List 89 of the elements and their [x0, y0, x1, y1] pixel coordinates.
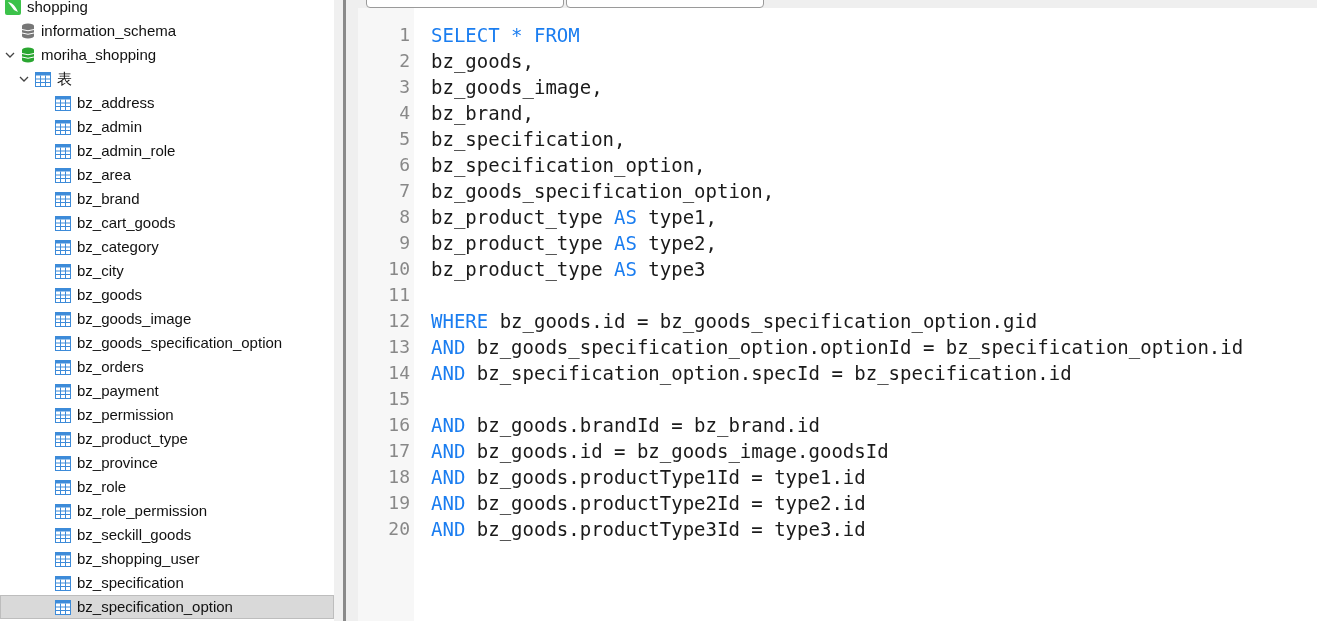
- table-icon: [55, 503, 71, 519]
- database-item[interactable]: moriha_shopping: [0, 43, 334, 67]
- code-line: bz_goods_image,: [431, 76, 603, 98]
- table-icon: [55, 479, 71, 495]
- line-number: 13: [387, 335, 411, 359]
- database-item[interactable]: information_schema: [0, 19, 334, 43]
- tree-item[interactable]: bz_shopping_user: [0, 547, 334, 571]
- code-line: AND bz_goods.productType2Id = type2.id: [431, 492, 866, 514]
- table-icon: [55, 383, 71, 399]
- table-icon: [55, 599, 71, 615]
- table-icon: [55, 167, 71, 183]
- tree-item[interactable]: bz_city: [0, 259, 334, 283]
- table-icon: [55, 455, 71, 471]
- tree-item[interactable]: bz_specification_option: [0, 595, 334, 619]
- tree-item[interactable]: bz_category: [0, 235, 334, 259]
- tree-item[interactable]: bz_goods_image: [0, 307, 334, 331]
- table-icon: [55, 287, 71, 303]
- table-icon: [55, 551, 71, 567]
- chevron-icon[interactable]: [19, 74, 29, 84]
- line-number: 19: [387, 491, 411, 515]
- code-line: WHERE bz_goods.id = bz_goods_specification_option.gid: [431, 310, 1038, 332]
- table-icon: [55, 215, 71, 231]
- table-icon: [55, 335, 71, 351]
- line-number: 12: [387, 309, 411, 333]
- line-number: 4: [398, 101, 411, 125]
- line-number: 11: [387, 283, 411, 307]
- code-line: AND bz_specification_option.specId = bz_specification.id: [431, 362, 1072, 384]
- tree-item[interactable]: bz_admin: [0, 115, 334, 139]
- table-icon: [55, 191, 71, 207]
- line-number: 2: [398, 49, 411, 73]
- code-line: bz_product_type AS type1,: [431, 206, 717, 228]
- tree-item[interactable]: bz_brand: [0, 187, 334, 211]
- table-icon: [55, 407, 71, 423]
- table-icon: [55, 119, 71, 135]
- code-line: AND bz_goods.brandId = bz_brand.id: [431, 414, 820, 436]
- table-icon: [55, 311, 71, 327]
- code-line: AND bz_goods.id = bz_goods_image.goodsId: [431, 440, 889, 462]
- tree-item[interactable]: bz_seckill_goods: [0, 523, 334, 547]
- tree-item[interactable]: bz_area: [0, 163, 334, 187]
- line-number: 3: [398, 75, 411, 99]
- table-icon: [55, 431, 71, 447]
- code-line: bz_brand,: [431, 102, 534, 124]
- code-line: bz_goods_specification_option,: [431, 180, 775, 202]
- table-icon: [55, 239, 71, 255]
- line-number: 8: [398, 205, 411, 229]
- code-line: AND bz_goods.productType1Id = type1.id: [431, 466, 866, 488]
- code-line: AND bz_goods_specification_option.optionId = bz_specification_option.id: [431, 336, 1244, 358]
- tree-item[interactable]: bz_goods_specification_option: [0, 331, 334, 355]
- line-number: 7: [398, 179, 411, 203]
- code-line: bz_specification,: [431, 128, 626, 150]
- line-number: 9: [398, 231, 411, 255]
- line-number: 6: [398, 153, 411, 177]
- line-number: 17: [387, 439, 411, 463]
- tree-item[interactable]: bz_role: [0, 475, 334, 499]
- connection-item[interactable]: shopping: [0, 0, 334, 19]
- tree-item[interactable]: bz_permission: [0, 403, 334, 427]
- line-number: 5: [398, 127, 411, 151]
- line-number: 18: [387, 465, 411, 489]
- table-icon: [55, 263, 71, 279]
- tree-item[interactable]: bz_province: [0, 451, 334, 475]
- line-number: 1: [398, 23, 411, 47]
- chevron-icon[interactable]: [5, 50, 15, 60]
- code-line: AND bz_goods.productType3Id = type3.id: [431, 518, 866, 540]
- code-line: bz_specification_option,: [431, 154, 706, 176]
- code-line: SELECT * FROM: [431, 24, 580, 46]
- line-number: 20: [387, 517, 411, 541]
- table-icon: [55, 95, 71, 111]
- tree-item[interactable]: bz_admin_role: [0, 139, 334, 163]
- code-line: bz_product_type AS type2,: [431, 232, 717, 254]
- tree-item[interactable]: 表: [0, 67, 334, 91]
- line-number: 10: [387, 257, 411, 281]
- table-icon: [55, 359, 71, 375]
- code-line: bz_goods,: [431, 50, 534, 72]
- line-number: 16: [387, 413, 411, 437]
- table-icon: [55, 575, 71, 591]
- code-line: bz_product_type AS type3: [431, 258, 706, 280]
- tree-item[interactable]: bz_specification: [0, 571, 334, 595]
- line-number: 15: [387, 387, 411, 411]
- tree-item[interactable]: bz_role_permission: [0, 499, 334, 523]
- table-icon: [35, 71, 51, 87]
- tree-item[interactable]: bz_address: [0, 91, 334, 115]
- tree-item[interactable]: bz_goods: [0, 283, 334, 307]
- tree-item[interactable]: bz_product_type: [0, 427, 334, 451]
- tree-item[interactable]: bz_orders: [0, 355, 334, 379]
- line-number: 14: [387, 361, 411, 385]
- table-icon: [55, 143, 71, 159]
- table-icon: [55, 527, 71, 543]
- tree-item[interactable]: bz_cart_goods: [0, 211, 334, 235]
- tree-item[interactable]: bz_payment: [0, 379, 334, 403]
